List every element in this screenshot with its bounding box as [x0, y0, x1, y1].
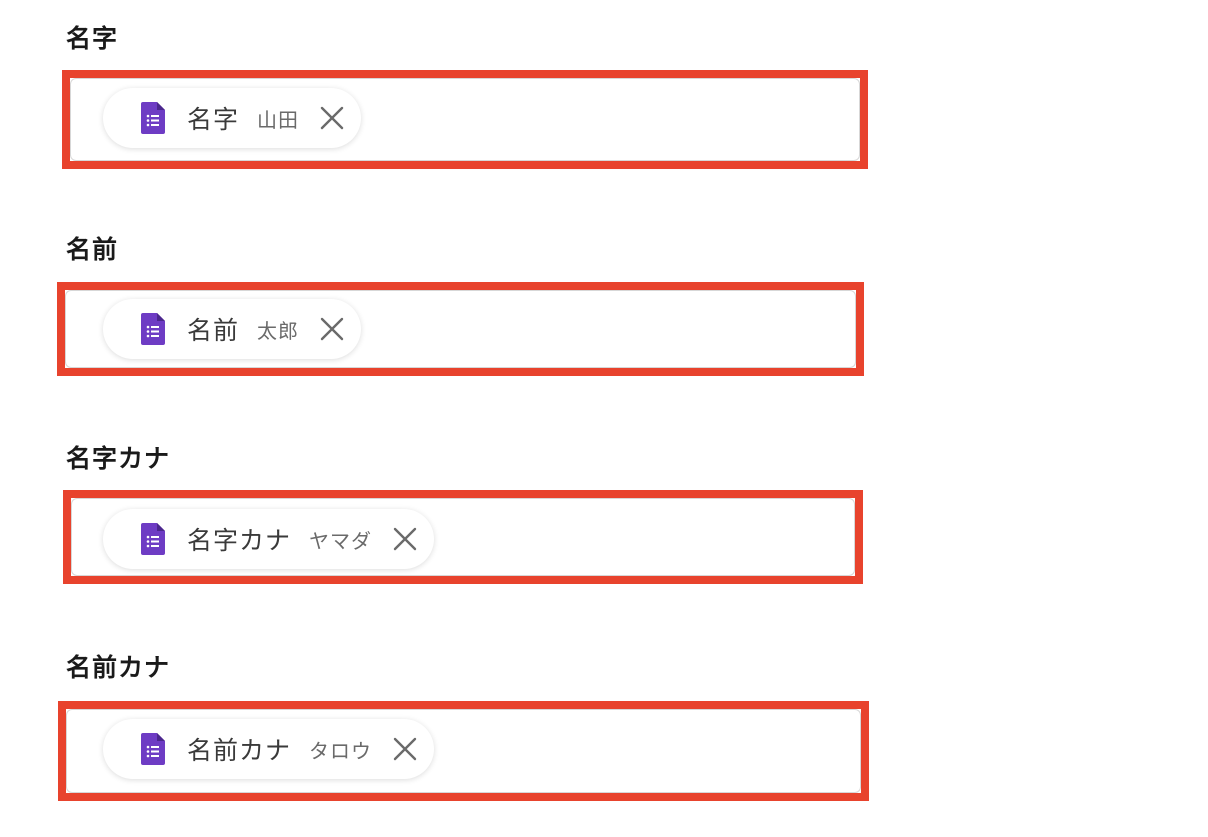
- close-icon[interactable]: [392, 526, 418, 552]
- chip-name: 名前カナ: [187, 736, 292, 765]
- chip-value: タロウ: [309, 738, 373, 763]
- last-name-kana-input[interactable]: 名字カナ ヤマダ: [63, 490, 863, 584]
- field-label-last-name: 名字: [66, 24, 119, 53]
- field-label-last-name-kana: 名字カナ: [66, 444, 171, 473]
- first-name-input[interactable]: 名前 太郎: [57, 282, 864, 376]
- google-forms-icon: [141, 733, 165, 765]
- close-icon[interactable]: [392, 736, 418, 762]
- chip-value: ヤマダ: [309, 528, 373, 553]
- chip-value: 太郎: [257, 318, 300, 343]
- chip-name: 名字カナ: [187, 526, 292, 555]
- chip-name: 名字: [187, 105, 240, 134]
- google-forms-icon: [141, 313, 165, 345]
- close-icon[interactable]: [319, 105, 345, 131]
- chip-name: 名前: [187, 316, 240, 345]
- field-label-first-name: 名前: [66, 235, 119, 264]
- google-forms-icon: [141, 523, 165, 555]
- variable-chip-last-name-kana[interactable]: 名字カナ ヤマダ: [103, 509, 435, 569]
- first-name-kana-input[interactable]: 名前カナ タロウ: [58, 701, 869, 801]
- last-name-input[interactable]: 名字 山田: [62, 70, 868, 169]
- variable-chip-last-name[interactable]: 名字 山田: [103, 88, 362, 148]
- variable-chip-first-name-kana[interactable]: 名前カナ タロウ: [103, 719, 435, 779]
- field-label-first-name-kana: 名前カナ: [66, 653, 171, 682]
- variable-chip-first-name[interactable]: 名前 太郎: [103, 299, 362, 359]
- google-forms-icon: [141, 102, 165, 134]
- chip-value: 山田: [257, 107, 300, 132]
- close-icon[interactable]: [319, 316, 345, 342]
